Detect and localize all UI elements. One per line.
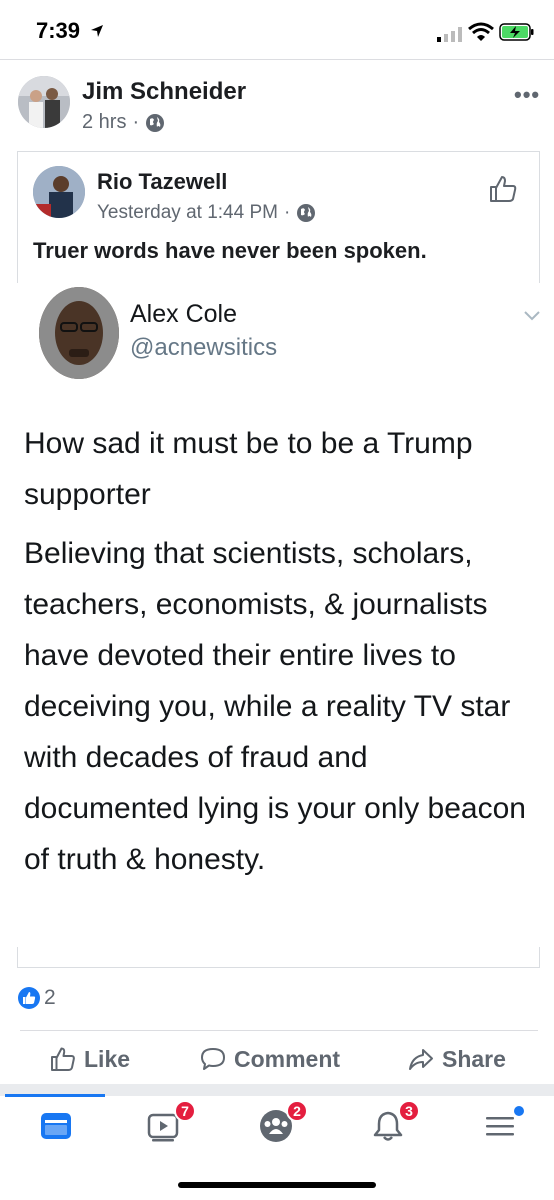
tweet-paragraph: Believing that scientists, scholars, tea… (24, 537, 526, 876)
tweet-author-avatar (39, 287, 119, 379)
author-avatar[interactable] (18, 76, 70, 128)
post-timestamp[interactable]: 2 hrs (82, 111, 126, 134)
reaction-count: 2 (44, 986, 56, 1009)
battery-charging-icon (499, 23, 534, 41)
meta-separator: · (132, 111, 140, 133)
tweet-body: How sad it must be to be a Trump support… (24, 418, 539, 893)
comment-button[interactable]: Comment (200, 1042, 340, 1076)
shared-author-name[interactable]: Rio Tazewell (97, 169, 227, 195)
shared-author-avatar[interactable] (33, 166, 85, 218)
tab-watch[interactable]: 7 (146, 1100, 196, 1148)
shared-post-meta: Yesterday at 1:44 PM · (97, 202, 316, 224)
post-meta: 2 hrs · (82, 111, 165, 134)
home-indicator (178, 1182, 376, 1188)
status-time: 7:39 (36, 18, 81, 43)
chevron-down-icon (524, 311, 540, 321)
active-tab-indicator (5, 1094, 105, 1097)
status-divider (0, 59, 554, 60)
groups-badge: 2 (286, 1100, 308, 1122)
shared-timestamp[interactable]: Yesterday at 1:44 PM (97, 202, 278, 224)
globe-icon (297, 204, 316, 222)
notifications-badge: 3 (398, 1100, 420, 1122)
cellular-signal-icon (437, 27, 462, 42)
menu-icon (486, 1117, 514, 1136)
tweet-paragraph: How sad it must be to be a Trump support… (24, 427, 473, 511)
like-label: Like (84, 1045, 131, 1072)
tweet-author-handle: @acnewsitics (130, 334, 278, 361)
tweet-author-name: Alex Cole (130, 300, 237, 328)
globe-icon (146, 113, 165, 132)
comment-icon (201, 1048, 225, 1070)
tab-notifications[interactable]: 3 (370, 1100, 420, 1148)
location-arrow-icon (91, 25, 103, 37)
share-arrow-icon (409, 1049, 433, 1070)
like-thumb-icon[interactable] (488, 174, 518, 204)
tab-menu[interactable] (482, 1106, 524, 1148)
news-feed-icon (41, 1113, 71, 1139)
reactions-summary[interactable]: 2 (18, 986, 56, 1010)
thumbs-up-icon (51, 1047, 75, 1071)
status-bar: 7:39 (0, 0, 554, 60)
shared-card-bottom (17, 952, 540, 968)
share-button[interactable]: Share (408, 1042, 506, 1076)
post-author-name[interactable]: Jim Schneider (82, 78, 246, 106)
wifi-icon (468, 22, 494, 41)
comment-label: Comment (234, 1045, 341, 1072)
watch-badge: 7 (174, 1100, 196, 1122)
tab-groups[interactable]: 2 (258, 1100, 308, 1148)
tab-news-feed[interactable] (38, 1108, 78, 1148)
share-label: Share (442, 1045, 506, 1072)
more-options-icon[interactable]: ••• (514, 82, 540, 108)
shared-post-text: Truer words have never been spoken. (33, 238, 427, 263)
menu-dot-badge (514, 1106, 524, 1116)
actions-divider (20, 1030, 538, 1031)
like-button[interactable]: Like (50, 1042, 130, 1076)
like-reaction-icon (18, 987, 40, 1009)
meta-separator: · (283, 202, 291, 223)
